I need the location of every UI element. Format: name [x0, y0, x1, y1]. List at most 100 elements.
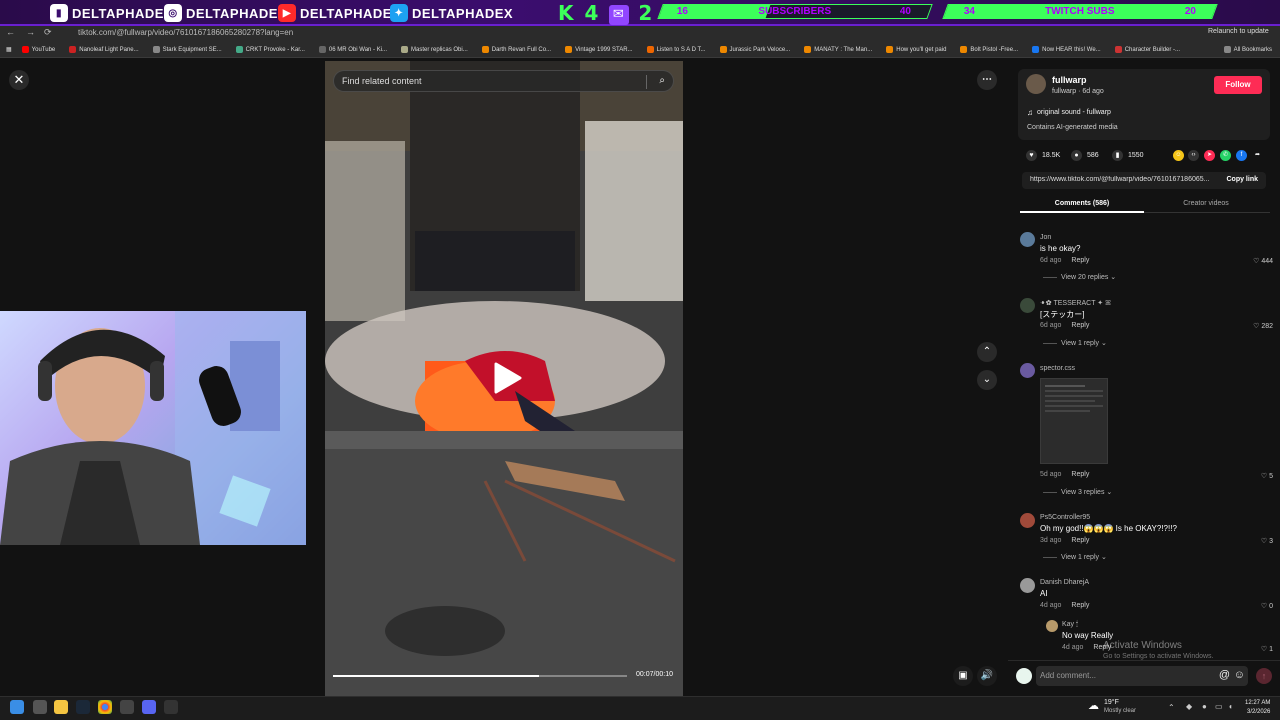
- start-icon[interactable]: [10, 700, 24, 714]
- comment-like[interactable]: ♡ 444: [1243, 257, 1273, 265]
- embed-icon[interactable]: ‹›: [1188, 150, 1199, 161]
- close-button[interactable]: ✕: [9, 70, 29, 90]
- comment-like[interactable]: ♡ 3: [1243, 537, 1273, 545]
- app-icon[interactable]: [164, 700, 178, 714]
- video-progress-bar[interactable]: [333, 675, 627, 677]
- bookmark-item[interactable]: YouTube: [21, 46, 55, 53]
- speaker-icon[interactable]: ◖: [1228, 702, 1233, 711]
- bookmark-item[interactable]: MANATY : The Man...: [804, 46, 872, 53]
- view-replies-button[interactable]: View 3 replies ⌄: [1043, 488, 1112, 496]
- reply-button[interactable]: Reply: [1071, 537, 1089, 544]
- bookmark-item[interactable]: Now HEAR this! We...: [1032, 46, 1101, 53]
- forward-icon[interactable]: →: [26, 27, 35, 37]
- reply-button[interactable]: Reply: [1071, 602, 1089, 609]
- reload-icon[interactable]: ⟳: [44, 27, 52, 38]
- comment-like[interactable]: ♡ 5: [1243, 472, 1273, 480]
- bookmark-item[interactable]: Bolt Pistol -Free...: [960, 46, 1018, 53]
- view-replies-button[interactable]: View 20 replies ⌄: [1043, 273, 1116, 281]
- facebook-icon[interactable]: f: [1236, 150, 1247, 161]
- all-bookmarks[interactable]: All Bookmarks: [1223, 46, 1272, 53]
- bookmark-item[interactable]: 06 MR Obi Wan - Ki...: [318, 46, 387, 53]
- view-replies-button[interactable]: View 1 reply ⌄: [1043, 339, 1107, 347]
- play-icon[interactable]: [492, 362, 522, 394]
- url-text[interactable]: tiktok.com/@fullwarp/video/7610167186065…: [78, 28, 293, 37]
- like-stat[interactable]: ♥ 18.5K: [1026, 150, 1060, 161]
- tray-app-icon[interactable]: ◆: [1186, 702, 1192, 711]
- file-explorer-icon[interactable]: [54, 700, 68, 714]
- bookmark-item[interactable]: Vintage 1999 STAR...: [565, 46, 633, 53]
- post-link[interactable]: https://www.tiktok.com/@fullwarp/video/7…: [1030, 176, 1218, 183]
- app-icon[interactable]: [120, 700, 134, 714]
- tray-chevron-icon[interactable]: ⌃: [1168, 703, 1175, 712]
- discord-icon[interactable]: [142, 700, 156, 714]
- bookmark-item[interactable]: Jurassic Park Veloce...: [719, 46, 790, 53]
- comment-author[interactable]: Kay 🕯: [1062, 621, 1078, 629]
- steam-icon[interactable]: [76, 700, 90, 714]
- find-related-search[interactable]: Find related content ⌕: [333, 70, 674, 92]
- next-video-button[interactable]: ⌄: [977, 370, 997, 390]
- bookmark-favicon-icon: [1114, 46, 1122, 53]
- watermark-title: Activate Windows: [1103, 640, 1182, 651]
- comment-like[interactable]: ♡ 282: [1243, 322, 1273, 330]
- pip-button[interactable]: ▣: [953, 666, 973, 686]
- apps-icon[interactable]: ▦: [6, 46, 12, 53]
- bookmark-item[interactable]: Master replicas Obi...: [401, 46, 468, 53]
- reply-button[interactable]: Reply: [1071, 322, 1089, 329]
- comment-author[interactable]: Jon: [1040, 234, 1051, 241]
- bookmark-item[interactable]: Nanoleaf Light Pane...: [69, 46, 139, 53]
- save-stat[interactable]: ▮ 1550: [1112, 150, 1144, 161]
- comment-author[interactable]: ꔹ✿ TESSERACT ✦ ꕤ: [1040, 299, 1111, 308]
- comment-image-attachment[interactable]: [1040, 378, 1108, 464]
- emoji-share-icon[interactable]: ☺: [1173, 150, 1184, 161]
- bookmark-item[interactable]: CRKT Provoke - Kar...: [235, 46, 305, 53]
- task-view-icon[interactable]: [33, 700, 47, 714]
- avatar[interactable]: [1046, 620, 1058, 632]
- chrome-icon[interactable]: [98, 700, 112, 714]
- tab-comments[interactable]: Comments (586): [1020, 200, 1144, 207]
- comment-author[interactable]: spector.css: [1040, 365, 1075, 372]
- send-icon[interactable]: ➤: [1204, 150, 1215, 161]
- avatar[interactable]: [1020, 363, 1035, 378]
- avatar[interactable]: [1020, 578, 1035, 593]
- copy-link-button[interactable]: Copy link: [1226, 176, 1258, 183]
- tab-creator-videos[interactable]: Creator videos: [1144, 200, 1268, 207]
- relaunch-update-button[interactable]: Relaunch to update: [1208, 28, 1269, 35]
- bookmark-item[interactable]: Darth Revan Full Co...: [481, 46, 551, 53]
- network-icon[interactable]: ▭: [1215, 702, 1223, 711]
- bookmark-item[interactable]: Listen to S A D T...: [646, 46, 706, 53]
- comment-author[interactable]: Ps5Controller95: [1040, 514, 1090, 521]
- bookmark-item[interactable]: Character Builder -...: [1114, 46, 1180, 53]
- clock-time[interactable]: 12:27 AM: [1245, 700, 1270, 706]
- more-options-button[interactable]: ⋯: [977, 70, 997, 90]
- comment-author[interactable]: Danish DharejA: [1040, 579, 1089, 586]
- volume-button[interactable]: 🔊: [977, 666, 997, 686]
- avatar[interactable]: [1020, 298, 1035, 313]
- comment-like[interactable]: ♡ 0: [1243, 602, 1273, 610]
- mic-icon[interactable]: ●: [1202, 702, 1207, 711]
- bookmark-item[interactable]: How you'll get paid: [886, 46, 946, 53]
- author-name[interactable]: fullwarp: [1052, 75, 1087, 85]
- comment-like[interactable]: ♡ 1: [1243, 645, 1273, 653]
- sound-name[interactable]: original sound - fullwarp: [1037, 109, 1111, 116]
- bookmark-item[interactable]: Stark Equipment SE...: [152, 46, 222, 53]
- comment-stat[interactable]: ● 586: [1071, 150, 1099, 161]
- avatar[interactable]: [1020, 232, 1035, 247]
- mention-icon[interactable]: @: [1219, 669, 1230, 681]
- clock-date[interactable]: 3/2/2026: [1247, 709, 1270, 715]
- reply-button[interactable]: Reply: [1071, 471, 1089, 478]
- view-replies-button[interactable]: View 1 reply ⌄: [1043, 553, 1107, 561]
- previous-video-button[interactable]: ⌃: [977, 342, 997, 362]
- reply-button[interactable]: Reply: [1071, 257, 1089, 264]
- user-avatar[interactable]: [1016, 668, 1032, 684]
- author-avatar[interactable]: [1026, 74, 1046, 94]
- share-arrow-icon[interactable]: ➦: [1252, 150, 1263, 161]
- post-comment-button[interactable]: ↑: [1256, 668, 1272, 684]
- comment-input[interactable]: Add comment... @ ☺: [1036, 666, 1248, 686]
- back-icon[interactable]: ←: [6, 27, 15, 37]
- follow-button[interactable]: Follow: [1214, 76, 1262, 94]
- avatar[interactable]: [1020, 513, 1035, 528]
- emoji-icon[interactable]: ☺: [1234, 669, 1245, 681]
- whatsapp-icon[interactable]: ✆: [1220, 150, 1231, 161]
- search-icon[interactable]: ⌕: [659, 75, 665, 86]
- weather-temp[interactable]: 19°F: [1104, 699, 1119, 706]
